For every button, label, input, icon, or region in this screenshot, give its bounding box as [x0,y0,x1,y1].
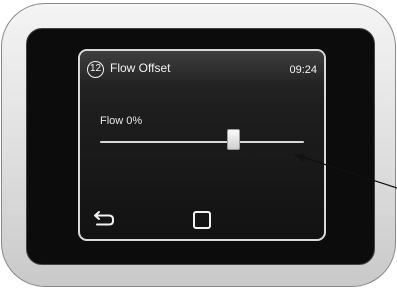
step-number-badge: 12 [87,61,104,78]
back-button[interactable] [92,207,118,229]
back-arrow-icon [94,211,114,226]
flow-label: Flow 0% [100,115,143,127]
display-screen: 12 Flow Offset 09:24 Flow 0% [78,49,326,241]
clock: 09:24 [289,64,317,76]
flow-slider-track[interactable] [100,141,304,143]
flow-slider-handle[interactable] [226,129,240,150]
screen-header: 12 Flow Offset 09:24 [80,51,324,89]
page-title: Flow Offset [110,61,171,75]
home-button[interactable] [193,211,211,229]
